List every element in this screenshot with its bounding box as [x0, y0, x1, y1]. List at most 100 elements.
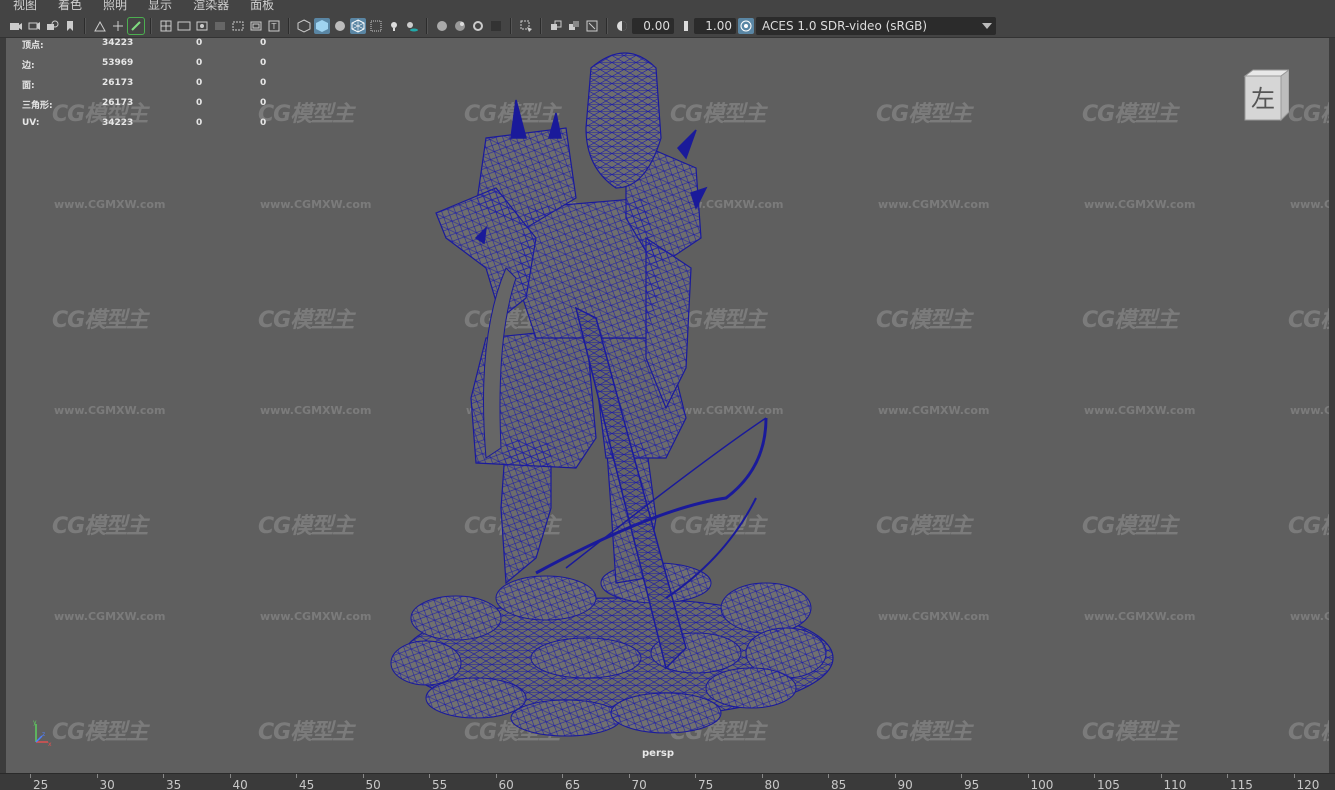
- color-management-icon[interactable]: [738, 17, 754, 34]
- use-lights-icon[interactable]: [386, 18, 402, 34]
- menu-show[interactable]: 显示: [135, 0, 180, 12]
- exposure-field[interactable]: 0.00: [632, 17, 674, 34]
- xray-active-icon[interactable]: [566, 18, 582, 34]
- svg-text:x: x: [48, 741, 52, 748]
- hud-selected: 0: [196, 38, 203, 48]
- timeline-tick-mark: [1227, 774, 1228, 778]
- hud-row-vertices: 顶点: 34223 0 0: [22, 38, 322, 58]
- hud-row-triangles: 三角形: 26173 0 0: [22, 98, 322, 118]
- hud-label: 三角形:: [22, 101, 53, 111]
- hud-selected-2: 0: [260, 98, 267, 108]
- timeline-tick-mark: [229, 774, 231, 778]
- menu-view[interactable]: 视图: [0, 0, 45, 12]
- anti-alias-icon[interactable]: [470, 18, 486, 34]
- grid-icon[interactable]: [158, 18, 174, 34]
- color-space-dropdown[interactable]: ACES 1.0 SDR-video (sRGB): [756, 16, 996, 35]
- safe-action-icon[interactable]: [248, 18, 264, 34]
- shadows-icon[interactable]: [404, 18, 420, 34]
- viewport-right-border: [1329, 38, 1335, 773]
- isolate-select-icon[interactable]: [518, 18, 534, 34]
- wireframe-on-shaded-icon[interactable]: [350, 17, 366, 34]
- hud-total: 53969: [102, 58, 134, 68]
- wireframe-icon[interactable]: [296, 18, 312, 34]
- timeline-tick-mark: [761, 774, 763, 778]
- chevron-down-icon: [982, 22, 992, 29]
- timeline-tick-mark: [30, 774, 31, 778]
- timeline-tick-label: 25: [33, 778, 49, 790]
- time-slider[interactable]: 25 30 35 40 45 50 55 60 65 70 75 80 85 90 95 100 105 110 1…: [0, 773, 1335, 790]
- timeline-tick-mark: [362, 774, 364, 778]
- gamma-field[interactable]: 1.00: [694, 17, 736, 34]
- hud-selected-2: 0: [260, 78, 267, 88]
- lock-camera-icon[interactable]: [44, 18, 60, 34]
- view-cube[interactable]: 左: [1239, 68, 1289, 124]
- timeline-tick-label: 75: [698, 778, 714, 790]
- hud-selected-2: 0: [260, 118, 267, 128]
- color-space-value: ACES 1.0 SDR-video (sRGB): [762, 18, 928, 33]
- gate-mask-icon[interactable]: [212, 18, 228, 34]
- image-plane-icon[interactable]: [92, 18, 108, 34]
- timeline-tick-mark: [296, 774, 297, 778]
- hud-total: 34223: [102, 118, 134, 128]
- timeline-tick-label: 70: [631, 778, 647, 790]
- gamma-icon[interactable]: [676, 18, 692, 34]
- hud-label: 面:: [22, 81, 35, 91]
- xray-joints-icon[interactable]: [548, 18, 564, 34]
- timeline-tick-label: 115: [1230, 778, 1253, 790]
- viewport-persp[interactable]: CG模型主CG模型主CG模型主CG模型主CG模型主CG模型主CG模型主CG模型主…: [6, 38, 1329, 773]
- motion-blur-icon[interactable]: [452, 18, 468, 34]
- menu-renderer[interactable]: 渲染器: [180, 0, 237, 12]
- menu-shading[interactable]: 着色: [45, 0, 90, 12]
- hud-selected: 0: [196, 98, 203, 108]
- timeline-tick-mark: [1094, 774, 1095, 778]
- timeline-tick-label: 120: [1296, 778, 1320, 790]
- depth-of-field-icon[interactable]: [488, 18, 504, 34]
- default-material-icon[interactable]: [332, 18, 348, 34]
- timeline-tick-mark: [961, 774, 962, 778]
- hud-label: UV:: [22, 118, 40, 128]
- timeline-tick-label: 80: [764, 778, 780, 790]
- menu-bar: 视图 着色 照明 显示 渲染器 面板: [0, 0, 1335, 14]
- menu-panels[interactable]: 面板: [237, 0, 282, 12]
- hud-row-uvs: UV: 34223 0 0: [22, 118, 322, 138]
- timeline-tick-label: 100: [1030, 778, 1054, 790]
- hud-selected-2: 0: [260, 38, 267, 48]
- 2d-pan-icon[interactable]: [110, 18, 126, 34]
- hud-selected: 0: [196, 78, 203, 88]
- resize-icon[interactable]: [584, 18, 600, 34]
- svg-text:y: y: [33, 719, 37, 726]
- hud-selected: 0: [196, 118, 203, 128]
- timeline-tick-label: 40: [232, 778, 248, 790]
- grease-pencil-icon[interactable]: [127, 16, 145, 35]
- safe-title-icon[interactable]: T: [266, 18, 282, 34]
- svg-text:T: T: [271, 22, 277, 31]
- exposure-icon[interactable]: [614, 18, 630, 34]
- timeline-tick-label: 105: [1097, 778, 1120, 790]
- hud-row-edges: 边: 53969 0 0: [22, 58, 322, 78]
- hud-label: 边:: [22, 61, 35, 71]
- timeline-tick-mark: [1160, 774, 1162, 778]
- ambient-occlusion-icon[interactable]: [434, 18, 450, 34]
- timeline-tick-mark: [695, 774, 696, 778]
- hud-total: 26173: [102, 98, 134, 108]
- camera-icon[interactable]: [8, 18, 24, 34]
- timeline-tick-label: 65: [565, 778, 581, 790]
- menu-lighting[interactable]: 照明: [90, 0, 135, 12]
- timeline-tick-mark: [1027, 774, 1029, 778]
- timeline-tick-mark: [429, 774, 430, 778]
- xray-icon[interactable]: [368, 18, 384, 34]
- timeline-tick-label: 60: [498, 778, 514, 790]
- panel-toolbar: T 0.00 1.00 ACES 1.0 SDR-video (sRGB): [0, 14, 1335, 38]
- hud-total: 34223: [102, 38, 134, 48]
- timeline-tick-label: 35: [166, 778, 182, 790]
- camera-name-label: persp: [642, 748, 674, 759]
- select-camera-icon[interactable]: [26, 18, 42, 34]
- timeline-tick-label: 45: [299, 778, 315, 790]
- hud-row-faces: 面: 26173 0 0: [22, 78, 322, 98]
- bookmark-icon[interactable]: [62, 18, 78, 34]
- resolution-gate-icon[interactable]: [194, 18, 210, 34]
- field-chart-icon[interactable]: [230, 18, 246, 34]
- timeline-tick-mark: [894, 774, 896, 778]
- film-gate-icon[interactable]: [176, 18, 192, 34]
- smooth-shade-icon[interactable]: [314, 17, 330, 34]
